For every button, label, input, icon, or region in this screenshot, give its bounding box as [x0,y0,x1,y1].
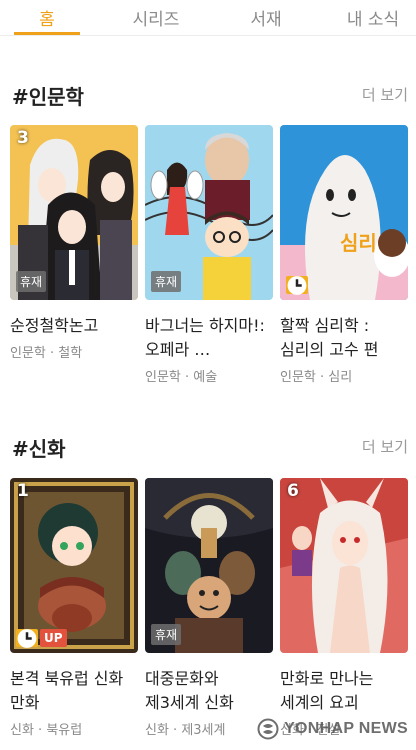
cover-art [280,478,408,653]
more-button-mythology[interactable]: 더 보기 [362,436,408,457]
card-title: 바그너는 하지마!: 오페라 … [145,316,265,359]
on-hiatus-badge: 휴재 [151,624,182,645]
rank-badge: 6 [287,481,299,501]
card-title: 대중문화와 제3세계 신화 [145,669,234,712]
section-title-humanities: #인문학 [12,85,84,109]
card-third-world-mythology[interactable]: 휴재 대중문화와 제3세계 신화 신화 · 제3세계 [145,478,273,738]
thumbnail: 6 [280,478,408,653]
tab-my-news[interactable]: 내 소식 [330,5,416,30]
card-meta: 신화 · 북유럽 [10,723,83,738]
watermark-text: YONHAP NEWS [284,720,408,737]
card-title: 본격 북유럽 신화 만화 [10,669,124,712]
card-title: 순정철학논고 [10,316,99,335]
wait-free-clock-icon [286,275,308,295]
card-meta: 인문학 · 철학 [10,346,83,361]
on-hiatus-badge: 휴재 [151,271,182,292]
rank-badge: 3 [17,128,29,148]
thumbnail: 심리 [280,125,408,300]
tab-series[interactable]: 시리즈 [112,5,200,30]
card-norse-mythology[interactable]: 1 UP 본격 북유럽 신화 만화 신화 · 북유럽 [10,478,138,738]
badge-row: UP [16,628,67,648]
cover-art-text: 심리 [340,231,377,255]
card-meta: 인문학 · 예술 [145,370,218,385]
card-meta: 신화 · 제3세계 [145,723,226,738]
section-title-mythology: #신화 [12,437,66,461]
on-hiatus-badge: 휴재 [16,271,47,292]
card-purity-philosophy[interactable]: 3 휴재 순정철학논고 인문학 · 철학 [10,125,138,361]
rank-badge: 1 [17,481,29,501]
card-meta: 인문학 · 심리 [280,370,353,385]
tab-home[interactable]: 홈 [14,5,80,30]
card-psychology[interactable]: 심리 할짝 심리학 : 심리의 고수 편 인문학 · 심리 [280,125,408,385]
card-title: 할짝 심리학 : 심리의 고수 편 [280,316,379,359]
badge-row [286,275,308,295]
tab-library[interactable]: 서재 [230,5,302,30]
wait-free-clock-icon [16,628,38,648]
yonhap-watermark: YONHAP NEWS [257,718,408,740]
active-tab-indicator [14,32,80,35]
thumbnail: 휴재 [145,125,273,300]
card-wagner[interactable]: 휴재 바그너는 하지마!: 오페라 … 인문학 · 예술 [145,125,273,385]
more-button-humanities[interactable]: 더 보기 [362,84,408,105]
thumbnail: 휴재 [145,478,273,653]
card-title: 만화로 만나는 세계의 요괴 [280,669,374,712]
card-world-yokai[interactable]: 6 만화로 만나는 세계의 요괴 신화 · 전설 [280,478,408,738]
thumbnail: 1 UP [10,478,138,653]
top-tab-bar: 홈 시리즈 서재 내 소식 [0,0,416,36]
up-badge: UP [40,629,67,647]
thumbnail: 3 휴재 [10,125,138,300]
yonhap-logo-icon [257,718,279,740]
